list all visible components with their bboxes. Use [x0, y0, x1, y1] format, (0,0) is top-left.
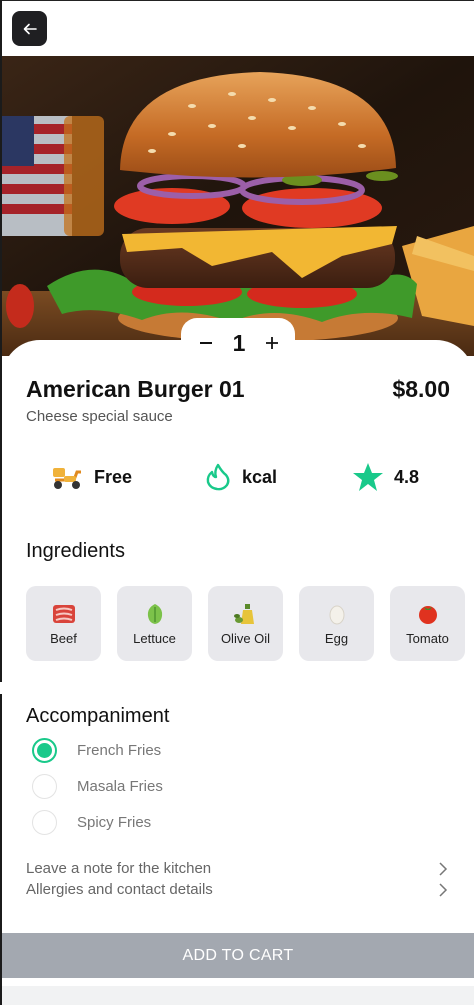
radio-button[interactable]	[32, 774, 57, 799]
increase-button[interactable]	[261, 332, 283, 354]
star-icon	[353, 463, 383, 491]
ingredient-label: Lettuce	[133, 630, 176, 646]
delivery-label: Free	[94, 466, 133, 487]
calories-label: kcal	[242, 466, 278, 487]
product-price: $8.00	[392, 376, 450, 402]
quantity-value: 1	[232, 329, 246, 356]
decrease-button[interactable]	[195, 332, 217, 354]
burger-illustration	[2, 56, 474, 356]
arrow-left-icon	[23, 23, 37, 34]
kitchen-note-label: Leave a note for the kitchen	[26, 860, 212, 877]
egg-icon	[329, 605, 344, 624]
ingredient-tile[interactable]: Beef	[26, 586, 101, 661]
ingredient-label: Olive Oil	[220, 630, 271, 646]
accompaniment-option[interactable]: French Fries	[32, 738, 161, 763]
accompaniment-option[interactable]: Spicy Fries	[32, 810, 151, 835]
ingredient-tile[interactable]: Egg	[299, 586, 374, 661]
delivery-info: Free	[50, 458, 132, 496]
kitchen-note-link[interactable]: Leave a note for the kitchen	[26, 860, 448, 877]
option-label: Spicy Fries	[77, 814, 152, 831]
option-label: Masala Fries	[77, 778, 163, 795]
ingredients-title: Ingredients	[26, 540, 125, 562]
rating-label: 4.8	[394, 466, 420, 487]
product-image	[2, 56, 474, 356]
ingredient-tile[interactable]: Tomato	[390, 586, 465, 661]
allergies-link[interactable]: Allergies and contact details	[26, 881, 448, 898]
rating-info: 4.8	[352, 458, 419, 496]
back-button[interactable]	[12, 11, 47, 46]
ingredient-label: Beef	[50, 630, 77, 646]
tomato-icon	[418, 605, 437, 624]
window-top-border	[0, 0, 474, 1]
radio-button[interactable]	[32, 810, 57, 835]
option-label: French Fries	[77, 742, 162, 759]
radio-selected-dot	[37, 743, 52, 758]
chevron-right-icon	[439, 882, 448, 897]
meat-icon	[52, 604, 75, 623]
ingredient-tile[interactable]: Olive Oil	[208, 586, 283, 661]
lettuce-icon	[147, 603, 162, 624]
quantity-stepper: 1	[181, 318, 295, 368]
left-border-gap	[0, 682, 2, 694]
plus-icon	[265, 337, 278, 349]
allergies-label: Allergies and contact details	[26, 881, 213, 898]
radio-button[interactable]	[32, 738, 57, 763]
ingredient-tile[interactable]: Lettuce	[117, 586, 192, 661]
ingredient-label: Tomato	[406, 630, 449, 646]
accompaniment-title: Accompaniment	[26, 705, 170, 727]
scooter-icon	[53, 468, 81, 489]
product-title: American Burger 01	[26, 376, 245, 402]
calories-info: kcal	[204, 458, 277, 496]
flame-icon	[206, 463, 230, 491]
chevron-right-icon	[439, 861, 448, 876]
add-to-cart-button[interactable]: ADD TO CART	[2, 933, 474, 978]
ingredients-list: Beef Lettuce Olive Oil Egg Tomato	[26, 586, 465, 661]
product-details-card	[2, 340, 474, 1005]
accompaniment-option[interactable]: Masala Fries	[32, 774, 163, 799]
olive-oil-icon	[233, 603, 254, 624]
ingredient-label: Egg	[324, 630, 349, 646]
bottom-bar	[2, 986, 474, 1005]
minus-icon	[200, 342, 212, 344]
product-subtitle: Cheese special sauce	[26, 408, 173, 425]
